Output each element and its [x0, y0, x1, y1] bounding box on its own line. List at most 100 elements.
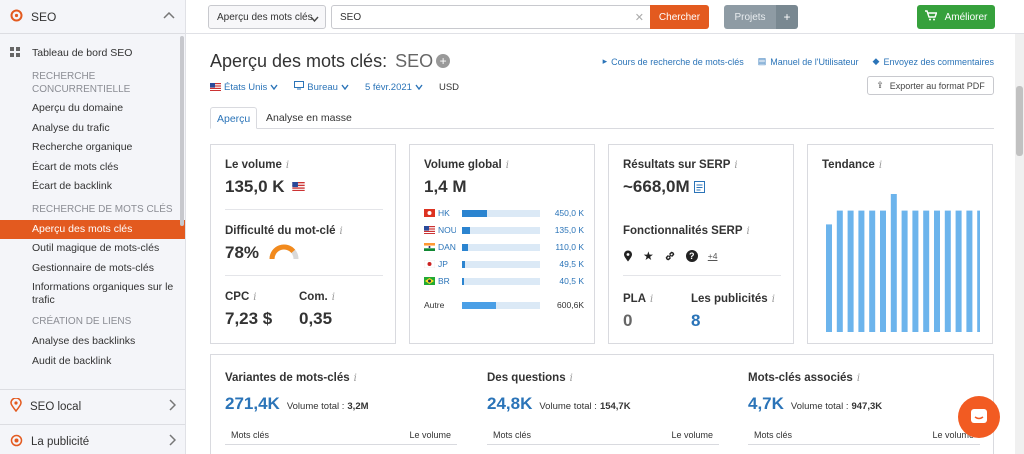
add-project-button[interactable]: + — [776, 5, 798, 29]
trend-bar[interactable] — [923, 210, 930, 332]
country-value[interactable]: 135,0 K — [544, 225, 584, 235]
country-flag-icon — [424, 209, 435, 217]
trend-label: Tendance i — [822, 159, 882, 171]
country-bar-fill — [462, 209, 487, 217]
question-icon[interactable]: ? — [685, 250, 698, 262]
serp-more[interactable]: +4 — [708, 251, 718, 261]
country-value[interactable]: 49,5 K — [544, 259, 584, 269]
star-icon[interactable]: ★ — [643, 249, 654, 263]
sidebar-item-dashboard[interactable]: Tableau de bord SEO — [0, 42, 185, 64]
info-icon[interactable]: i — [570, 373, 573, 384]
info-icon[interactable]: i — [286, 160, 289, 171]
country-code[interactable]: HK — [438, 208, 456, 218]
info-icon[interactable]: i — [879, 160, 882, 171]
course-link[interactable]: ▸ Cours de recherche de mots-clés — [603, 56, 744, 67]
sidebar-item-backlink-gap[interactable]: Écart de backlink — [0, 177, 185, 197]
sidebar-seo-toggle[interactable]: SEO — [0, 0, 185, 34]
info-icon[interactable]: i — [747, 226, 750, 237]
country-bar — [462, 226, 540, 234]
trend-bar[interactable] — [847, 210, 854, 332]
search-button[interactable]: Chercher — [650, 5, 709, 29]
trend-bar[interactable] — [880, 210, 886, 332]
info-icon[interactable]: i — [506, 160, 509, 171]
device-select[interactable]: Bureau — [294, 81, 349, 93]
info-icon[interactable]: i — [354, 373, 357, 384]
info-icon[interactable]: i — [332, 292, 335, 303]
country-flag-icon — [424, 277, 435, 285]
country-code[interactable]: NOUS — [438, 225, 456, 235]
sidebar-scrollbar[interactable] — [180, 36, 184, 226]
trend-bar[interactable] — [934, 210, 940, 332]
trend-bar[interactable] — [826, 224, 832, 332]
link-icon[interactable] — [664, 250, 676, 262]
variants-label-text: Variantes de mots-clés — [225, 372, 350, 384]
trend-bar[interactable] — [977, 210, 980, 332]
info-icon[interactable]: i — [772, 294, 775, 305]
country-row-other: Autre 600,6K — [424, 299, 584, 311]
trend-bar[interactable] — [912, 210, 919, 332]
page-title-text: Aperçu des mots clés: — [210, 51, 388, 71]
info-icon[interactable]: i — [734, 160, 737, 171]
sidebar-advertising[interactable]: La publicité — [0, 424, 185, 454]
trend-bar[interactable] — [955, 210, 962, 332]
location-pin-icon[interactable] — [623, 250, 633, 262]
book-icon: ▤ — [757, 56, 767, 66]
divider — [225, 275, 383, 276]
scrollbar-thumb[interactable] — [1016, 86, 1023, 156]
manual-link[interactable]: ▤ Manuel de l'Utilisateur — [758, 56, 859, 67]
clear-icon[interactable]: ✕ — [635, 11, 644, 24]
country-select[interactable]: États Unis — [210, 82, 278, 93]
sidebar-item-keyword-manager[interactable]: Gestionnaire de mots-clés — [0, 259, 185, 279]
info-icon[interactable]: i — [253, 292, 256, 303]
ads-value[interactable]: 8 — [691, 311, 700, 331]
feedback-link[interactable]: ◆ Envoyez des commentaires — [873, 56, 994, 67]
tab-bulk-analysis[interactable]: Analyse en masse — [260, 107, 358, 129]
upgrade-button[interactable]: Améliorer — [917, 5, 995, 29]
search-input[interactable]: SEO ✕ — [331, 5, 651, 29]
sidebar-local-seo[interactable]: SEO local — [0, 389, 185, 423]
global-value: 1,4 M — [424, 177, 467, 196]
trend-bar[interactable] — [890, 194, 897, 332]
country-value[interactable]: 450,0 K — [544, 208, 584, 218]
trend-bar[interactable] — [869, 210, 876, 332]
variants-value[interactable]: 271,4K — [225, 394, 280, 414]
divider — [623, 275, 781, 276]
chat-support-button[interactable] — [958, 396, 1000, 438]
country-code[interactable]: JP — [438, 259, 456, 269]
info-icon[interactable]: i — [857, 373, 860, 384]
sidebar-item-organic-traffic-insights[interactable]: Informations organiques sur le trafic — [0, 278, 185, 310]
tool-select[interactable]: Aperçu des mots clés — [208, 5, 326, 29]
trend-bar[interactable] — [966, 210, 973, 332]
sidebar-item-backlink-audit[interactable]: Audit de backlink — [0, 352, 185, 372]
questions-value[interactable]: 24,8K — [487, 394, 532, 414]
country-code[interactable]: BR — [438, 276, 456, 286]
trend-bar[interactable] — [901, 210, 908, 332]
page-scrollbar[interactable] — [1015, 34, 1024, 454]
country-code[interactable]: DANS — [438, 242, 456, 252]
variants-total-label: Volume total : — [286, 401, 345, 412]
date-select[interactable]: 5 févr.2021 — [365, 82, 423, 93]
related-total-label: Volume total : — [790, 401, 849, 412]
related-value[interactable]: 4,7K — [748, 394, 784, 414]
sidebar-item-traffic-analysis[interactable]: Analyse du trafic — [0, 119, 185, 139]
info-icon[interactable]: i — [650, 294, 653, 305]
sidebar-item-keyword-gap[interactable]: Écart de mots clés — [0, 158, 185, 178]
serp-page-icon[interactable] — [694, 181, 706, 193]
sidebar-item-backlink-analytics[interactable]: Analyse des backlinks — [0, 332, 185, 352]
sidebar-item-organic-research[interactable]: Recherche organique — [0, 138, 185, 158]
country-value[interactable]: 110,0 K — [544, 242, 584, 252]
sidebar-item-domain-overview[interactable]: Aperçu du domaine — [0, 99, 185, 119]
export-pdf-button[interactable]: ⇪ Exporter au format PDF — [867, 76, 994, 95]
country-value[interactable]: 40,5 K — [544, 276, 584, 286]
projects-button[interactable]: Projets — [724, 5, 776, 29]
info-icon[interactable]: i — [340, 226, 343, 237]
trend-bar[interactable] — [944, 210, 951, 332]
add-keyword-icon[interactable]: + — [436, 54, 451, 68]
export-label: Exporter au format PDF — [889, 80, 985, 91]
sidebar-item-keyword-overview[interactable]: Aperçu des mots clés — [0, 219, 185, 239]
tab-overview[interactable]: Aperçu — [210, 107, 258, 129]
trend-bar[interactable] — [858, 210, 865, 332]
trend-bar[interactable] — [836, 210, 843, 332]
sidebar-item-keyword-magic[interactable]: Outil magique de mots-clés — [0, 239, 185, 259]
divider — [225, 209, 383, 210]
